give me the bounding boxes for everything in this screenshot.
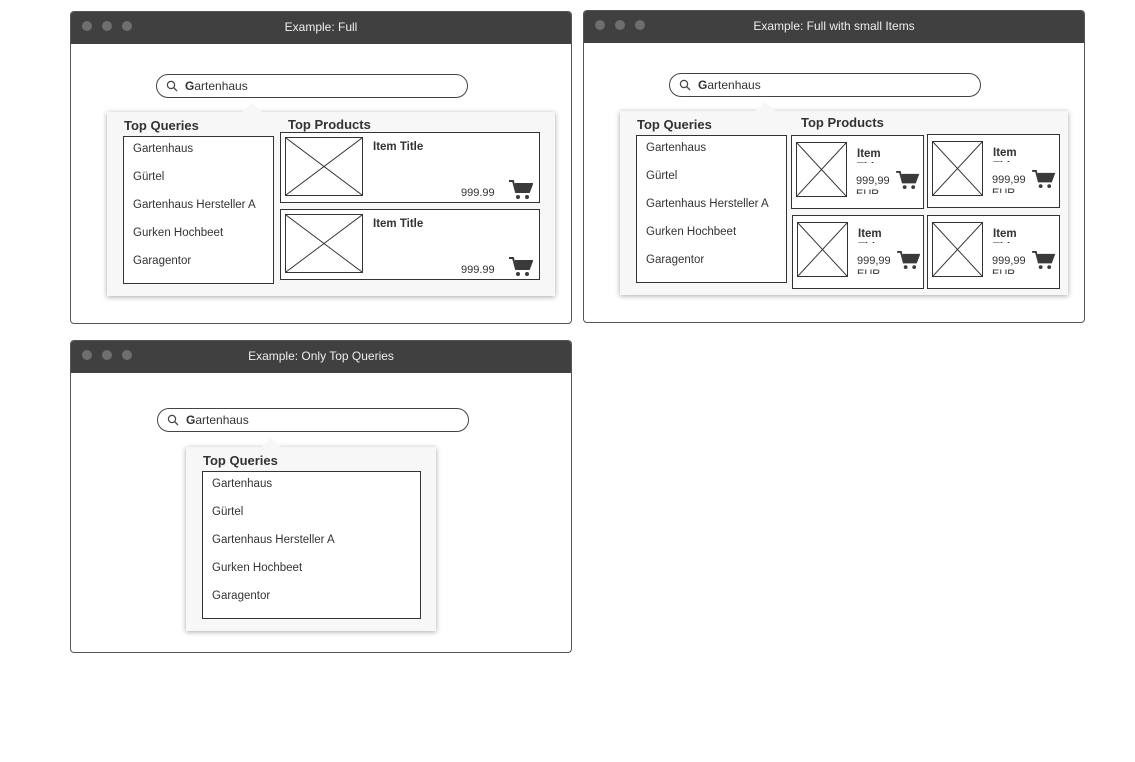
search-input[interactable]: Gartenhaus: [156, 74, 468, 98]
search-typed-bold: G: [185, 79, 195, 93]
product-price: 999.99: [461, 264, 495, 276]
query-item[interactable]: Gartenhaus Hersteller A: [133, 199, 256, 211]
window-minimize-dot[interactable]: [102, 21, 112, 31]
query-item[interactable]: Gürtel: [646, 170, 677, 182]
window-close-dot[interactable]: [82, 350, 92, 360]
top-queries-list: Gartenhaus Gürtel Gartenhaus Hersteller …: [202, 471, 421, 619]
query-item[interactable]: Gürtel: [133, 171, 164, 183]
titlebar: Example: Only Top Queries: [71, 341, 571, 373]
product-price: 999,99 EUR: [992, 255, 1026, 274]
query-item[interactable]: Garagentor: [133, 255, 191, 267]
window-title: Example: Only Top Queries: [248, 349, 394, 363]
image-placeholder-icon: [285, 137, 363, 196]
search-typed-rest: artenhaus: [195, 413, 249, 427]
panel-caret: [242, 103, 262, 112]
product-title: Item Title: [858, 228, 882, 243]
cart-icon[interactable]: [1032, 170, 1055, 189]
query-item[interactable]: Gartenhaus: [646, 142, 706, 154]
top-queries-list: Gartenhaus Gürtel Gartenhaus Hersteller …: [123, 136, 274, 284]
suggestion-panel: Top Queries Gartenhaus Gürtel Gartenhaus…: [620, 102, 1068, 295]
window-close-dot[interactable]: [595, 20, 605, 30]
window-title: Example: Full with small Items: [753, 19, 915, 33]
top-products-heading: Top Products: [801, 115, 884, 130]
image-placeholder-icon: [932, 222, 983, 277]
product-title: Item Title: [373, 141, 424, 153]
product-title: Item Title: [857, 148, 881, 163]
image-placeholder-icon: [797, 222, 848, 277]
window-maximize-dot[interactable]: [635, 20, 645, 30]
cart-icon[interactable]: [896, 171, 919, 190]
query-item[interactable]: Garagentor: [212, 590, 270, 602]
product-price: 999,99 EUR: [992, 174, 1026, 193]
image-placeholder-icon: [285, 214, 363, 273]
window-full: Example: Full Gartenhaus Top Queries Gar…: [70, 11, 572, 324]
query-item[interactable]: Gurken Hochbeet: [646, 226, 736, 238]
cart-icon[interactable]: [1032, 251, 1055, 270]
titlebar: Example: Full with small Items: [584, 11, 1084, 43]
top-queries-heading: Top Queries: [637, 117, 712, 132]
search-query-text: Gartenhaus: [186, 409, 249, 431]
product-card-small[interactable]: Item Title 999,99 EUR: [792, 215, 924, 289]
product-price: 999,99 EUR: [857, 255, 891, 274]
query-item[interactable]: Gartenhaus: [212, 478, 272, 490]
product-card[interactable]: Item Title 999.99: [280, 132, 540, 203]
image-placeholder-icon: [932, 141, 983, 196]
window-full-small-items: Example: Full with small Items Gartenhau…: [583, 10, 1085, 323]
window-title: Example: Full: [284, 20, 358, 34]
product-price: 999,99 EUR: [856, 175, 890, 194]
search-typed-rest: artenhaus: [707, 78, 761, 92]
top-products-heading: Top Products: [288, 117, 371, 132]
search-typed-bold: G: [698, 78, 708, 92]
search-typed-rest: artenhaus: [194, 79, 248, 93]
search-input[interactable]: Gartenhaus: [157, 408, 469, 432]
panel-caret: [261, 438, 281, 447]
cart-icon[interactable]: [509, 257, 533, 277]
product-card-small[interactable]: Item Title 999,99 EUR: [791, 135, 924, 209]
window-maximize-dot[interactable]: [122, 21, 132, 31]
search-icon: [679, 79, 691, 91]
search-query-text: Gartenhaus: [185, 75, 248, 97]
search-input[interactable]: Gartenhaus: [669, 73, 981, 97]
product-title: Item Title: [373, 218, 424, 230]
top-queries-list: Gartenhaus Gürtel Gartenhaus Hersteller …: [636, 135, 787, 283]
product-card[interactable]: Item Title 999.99: [280, 209, 540, 280]
query-item[interactable]: Gurken Hochbeet: [133, 227, 223, 239]
product-title: Item Title: [993, 228, 1017, 243]
search-icon: [167, 414, 179, 426]
query-item[interactable]: Gartenhaus: [133, 143, 193, 155]
image-placeholder-icon: [796, 142, 847, 197]
search-icon: [166, 80, 178, 92]
cart-icon[interactable]: [897, 251, 920, 270]
query-item[interactable]: Garagentor: [646, 254, 704, 266]
query-item[interactable]: Gürtel: [212, 506, 243, 518]
search-typed-bold: G: [186, 413, 196, 427]
suggestion-panel: Top Queries Gartenhaus Gürtel Gartenhaus…: [186, 438, 436, 631]
panel-caret: [755, 102, 775, 111]
window-only-top-queries: Example: Only Top Queries Gartenhaus Top…: [70, 340, 572, 653]
search-query-text: Gartenhaus: [698, 74, 761, 96]
product-card-small[interactable]: Item Title 999,99 EUR: [927, 134, 1060, 208]
top-queries-heading: Top Queries: [124, 118, 199, 133]
window-minimize-dot[interactable]: [615, 20, 625, 30]
titlebar: Example: Full: [71, 12, 571, 44]
window-minimize-dot[interactable]: [102, 350, 112, 360]
product-card-small[interactable]: Item Title 999,99 EUR: [927, 215, 1060, 289]
product-price: 999.99: [461, 187, 495, 199]
product-title: Item Title: [993, 147, 1017, 162]
query-item[interactable]: Gartenhaus Hersteller A: [646, 198, 769, 210]
window-maximize-dot[interactable]: [122, 350, 132, 360]
top-queries-heading: Top Queries: [203, 453, 278, 468]
suggestion-panel: Top Queries Gartenhaus Gürtel Gartenhaus…: [107, 103, 555, 296]
cart-icon[interactable]: [509, 180, 533, 200]
query-item[interactable]: Gartenhaus Hersteller A: [212, 534, 335, 546]
query-item[interactable]: Gurken Hochbeet: [212, 562, 302, 574]
window-close-dot[interactable]: [82, 21, 92, 31]
